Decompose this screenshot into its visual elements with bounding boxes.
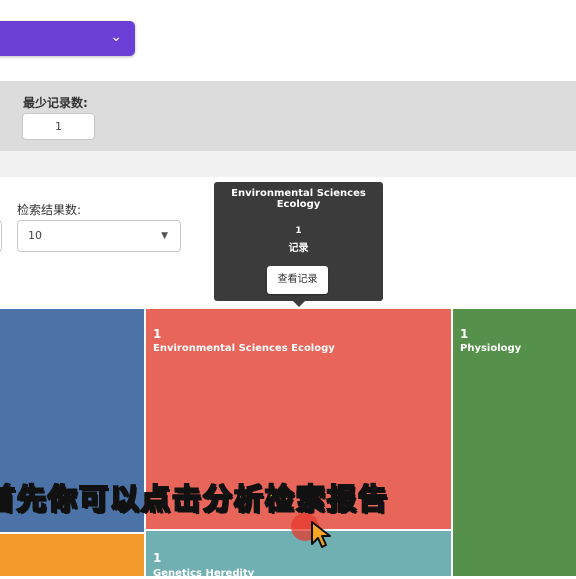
divider-band	[0, 151, 576, 177]
tile-count: 1	[153, 551, 162, 565]
treemap-tile-orange[interactable]	[0, 534, 144, 576]
result-count-label: 检索结果数:	[17, 203, 82, 217]
treemap-tooltip: Environmental Sciences Ecology 1 记录 查看记录	[214, 182, 383, 301]
video-subtitle: 首先你可以点击分析检索报告	[0, 481, 390, 517]
tooltip-count: 1	[295, 226, 302, 236]
min-records-input[interactable]: 1	[22, 113, 95, 140]
result-count-select[interactable]: 10 ▼	[17, 220, 181, 252]
tooltip-unit: 记录	[288, 243, 309, 254]
chevron-down-icon: ⌄	[110, 29, 122, 45]
tooltip-arrow	[292, 300, 306, 307]
result-count-value: 10	[28, 229, 42, 242]
min-records-label: 最少记录数:	[23, 96, 88, 110]
left-select-edge[interactable]	[0, 220, 2, 252]
view-records-button[interactable]: 查看记录	[267, 266, 328, 294]
tile-count: 1	[153, 327, 162, 341]
purple-dropdown[interactable]: ⌄	[0, 21, 135, 56]
tile-count: 1	[460, 327, 469, 341]
tooltip-title: Environmental Sciences Ecology	[231, 188, 366, 210]
tile-label: Physiology	[460, 343, 522, 354]
cursor-arrow-icon	[311, 521, 331, 548]
tile-label: Environmental Sciences Ecology	[153, 343, 335, 354]
tile-label: Genetics Heredity	[153, 568, 255, 579]
caret-down-icon: ▼	[161, 231, 168, 241]
treemap-tile-physiology[interactable]: 1 Physiology	[453, 309, 576, 576]
